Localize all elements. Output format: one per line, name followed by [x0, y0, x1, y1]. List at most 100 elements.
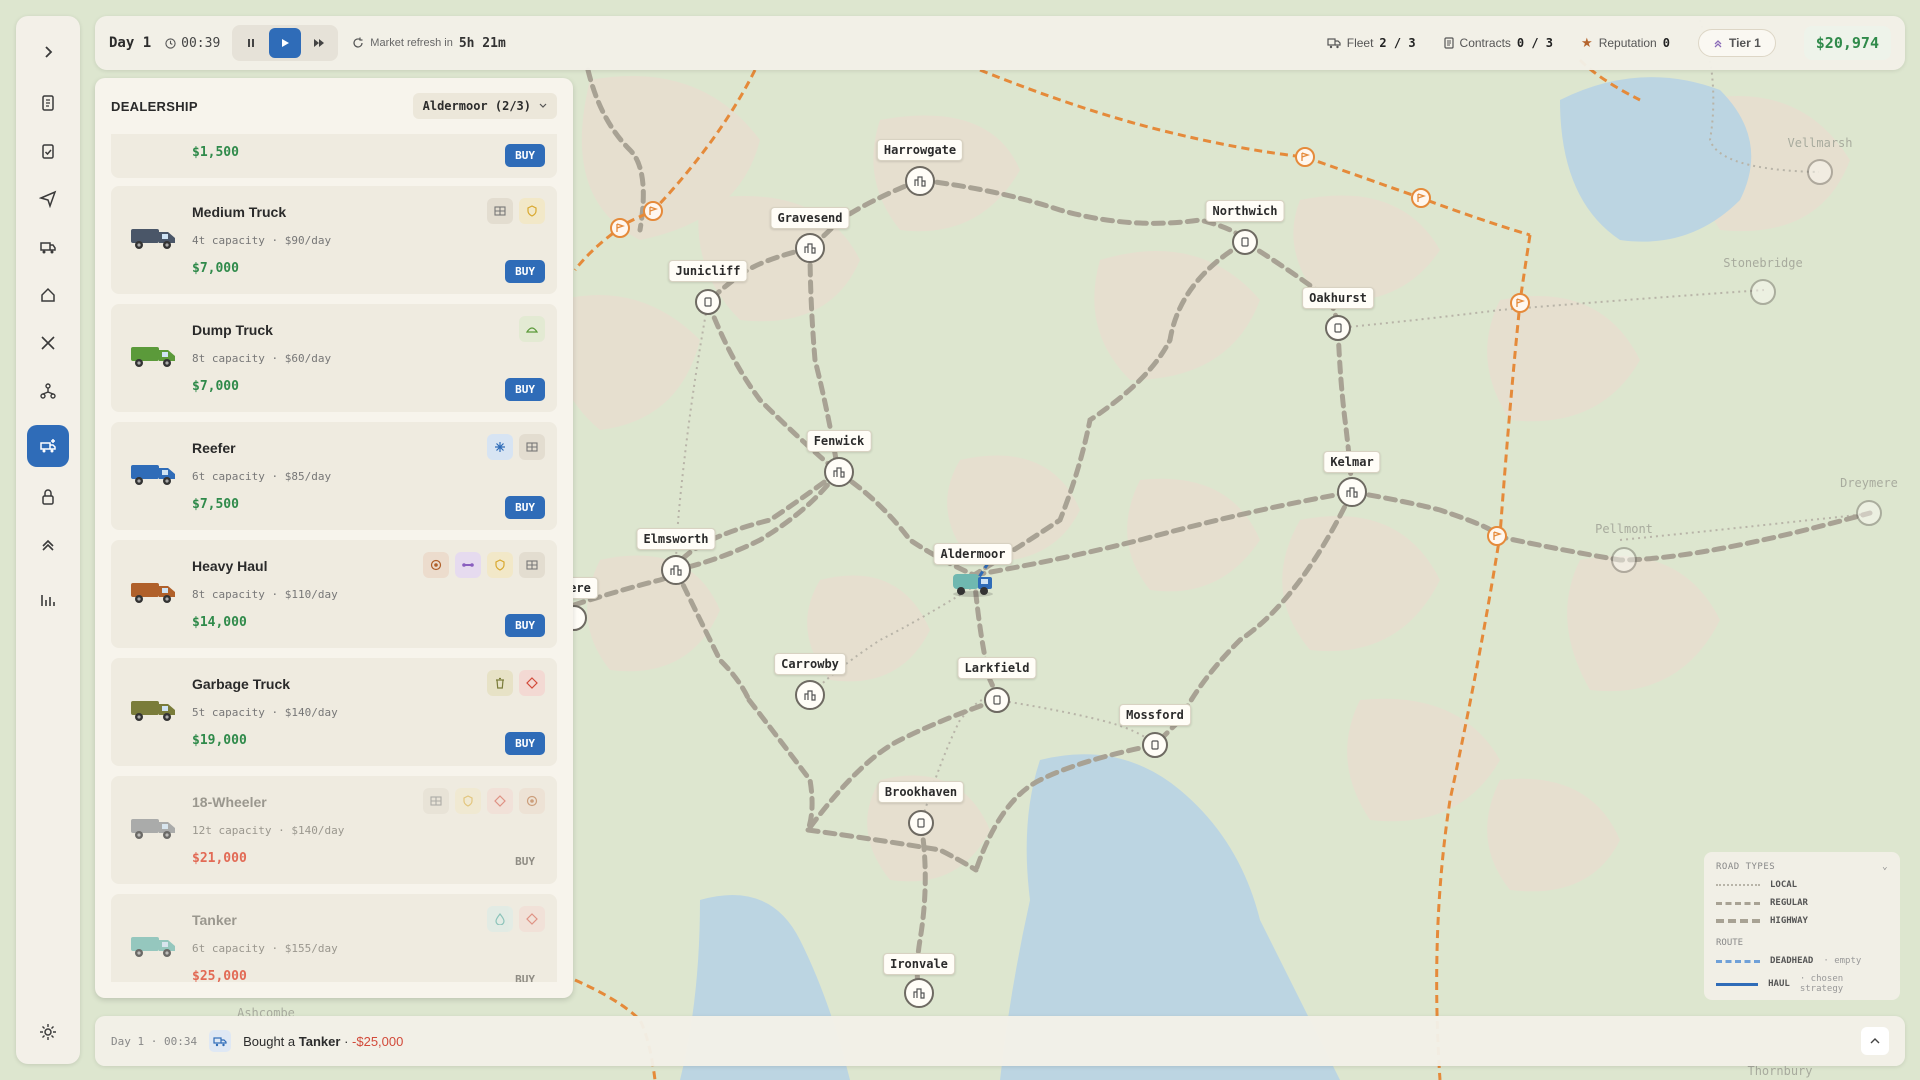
city-node-ironvale[interactable] [904, 978, 934, 1008]
city-label[interactable]: Brookhaven [877, 781, 965, 803]
city-label[interactable]: Mossford [1119, 704, 1191, 726]
city-node-gravesend[interactable] [795, 233, 825, 263]
tier-badge[interactable]: Tier 1 [1697, 29, 1776, 57]
contracts-stat[interactable]: Contracts 0 / 3 [1443, 36, 1553, 50]
reputation-value: 0 [1662, 36, 1670, 50]
city-node-junicliff[interactable] [695, 289, 721, 315]
city-node-dreymere[interactable] [1856, 500, 1882, 526]
city-label[interactable]: Carrowby [774, 653, 846, 675]
dealership-icon[interactable] [27, 425, 69, 467]
truck-name: Heavy Haul [192, 558, 268, 574]
fleet-stat[interactable]: Fleet 2 / 3 [1327, 36, 1416, 50]
buy-button[interactable]: BUY [505, 850, 545, 873]
upgrades-chevrons-icon[interactable] [27, 524, 69, 566]
city-label-faded[interactable]: Pellmont [1589, 519, 1659, 539]
legend-collapse-icon[interactable]: ⌄ [1882, 862, 1888, 872]
highway-marker [1510, 293, 1530, 313]
truck-card: $1,500 BUY [111, 134, 557, 178]
tools-icon[interactable] [27, 322, 69, 364]
truck-list[interactable]: $1,500 BUY Medium Truck 4t capacity · $9… [111, 134, 557, 982]
tier-label: Tier 1 [1728, 36, 1761, 50]
city-select-value: Aldermoor (2/3) [422, 99, 531, 113]
truck-card[interactable]: Dump Truck 8t capacity · $60/day $7,000 … [111, 304, 557, 412]
city-label-faded[interactable]: Stonebridge [1717, 253, 1808, 273]
city-node-fenwick[interactable] [824, 457, 854, 487]
city-label[interactable]: Northwich [1205, 200, 1285, 222]
city-label[interactable]: Ironvale [883, 953, 955, 975]
truck-card[interactable]: Reefer 6t capacity · $85/day $7,500 BUY [111, 422, 557, 530]
city-label[interactable]: Oakhurst [1302, 287, 1374, 309]
city-node-pellmont[interactable] [1611, 547, 1637, 573]
truck-card[interactable]: Medium Truck 4t capacity · $90/day $7,00… [111, 186, 557, 294]
city-label[interactable]: Fenwick [806, 430, 872, 452]
city-label[interactable]: Kelmar [1323, 451, 1381, 473]
truck-image [129, 458, 177, 488]
buy-button[interactable]: BUY [505, 260, 545, 283]
city-label[interactable]: Larkfield [957, 657, 1037, 679]
city-label[interactable]: Junicliff [668, 260, 748, 282]
city-node-northwich[interactable] [1232, 229, 1258, 255]
truck-card[interactable]: Heavy Haul 8t capacity · $110/day $14,00… [111, 540, 557, 648]
ledger-icon[interactable] [27, 82, 69, 124]
dispatch-icon[interactable] [27, 178, 69, 220]
legend-highway: HIGHWAY [1770, 916, 1808, 926]
city-node-brookhaven[interactable] [908, 810, 934, 836]
panel-title: DEALERSHIP [111, 98, 198, 114]
depot-home-icon[interactable] [27, 274, 69, 316]
truck-name: 18-Wheeler [192, 794, 267, 810]
truck-card[interactable]: Tanker 6t capacity · $155/day $25,000 BU… [111, 894, 557, 982]
city-node-mossford[interactable] [1142, 732, 1168, 758]
city-node-harrowgate[interactable] [905, 166, 935, 196]
buy-button[interactable]: BUY [505, 378, 545, 401]
settings-sun-icon[interactable] [27, 1011, 69, 1053]
highway-marker [1487, 526, 1507, 546]
expand-chevron-icon[interactable] [27, 31, 69, 73]
refresh-icon [353, 37, 363, 48]
cargo-badges [487, 198, 545, 224]
network-icon[interactable] [27, 370, 69, 412]
player-truck-icon[interactable] [950, 568, 996, 598]
city-select[interactable]: Aldermoor (2/3) [412, 93, 557, 119]
buy-button[interactable]: BUY [505, 968, 545, 982]
reputation-stat[interactable]: ★ Reputation 0 [1581, 35, 1670, 51]
city-label-faded[interactable]: Dreymere [1834, 473, 1904, 493]
dealership-log-icon [209, 1030, 232, 1052]
legend-title: ROAD TYPES [1716, 862, 1776, 872]
buy-button[interactable]: BUY [505, 732, 545, 755]
cargo-badges [423, 552, 545, 578]
contracts-icon[interactable] [27, 130, 69, 172]
city-label[interactable]: Harrowgate [876, 139, 964, 161]
hazard-icon [519, 906, 545, 932]
buy-button[interactable]: BUY [505, 496, 545, 519]
buy-button[interactable]: BUY [505, 144, 545, 167]
truck-capacity: 8t capacity · $110/day [192, 588, 338, 601]
city-node-carrowby[interactable] [795, 680, 825, 710]
city-node-larkfield[interactable] [984, 687, 1010, 713]
truck-card[interactable]: Garbage Truck 5t capacity · $140/day $19… [111, 658, 557, 766]
city-label[interactable]: Elmsworth [636, 528, 716, 550]
city-node-vellmarsh[interactable] [1807, 159, 1833, 185]
city-node-elmsworth[interactable] [661, 555, 691, 585]
city-node-oakhurst[interactable] [1325, 315, 1351, 341]
pause-button[interactable] [235, 28, 267, 58]
city-node-stonebridge[interactable] [1750, 279, 1776, 305]
buy-button[interactable]: BUY [505, 614, 545, 637]
truck-name: Tanker [192, 912, 237, 928]
city-node-kelmar[interactable] [1337, 477, 1367, 507]
city-label[interactable]: Aldermoor [933, 543, 1013, 565]
refresh-label: Market refresh in [370, 37, 453, 49]
truck-card[interactable]: 18-Wheeler 12t capacity · $140/day $21,0… [111, 776, 557, 884]
city-label[interactable]: Gravesend [770, 207, 850, 229]
truck-image [129, 576, 177, 606]
target-icon [519, 788, 545, 814]
fast-forward-button[interactable] [303, 28, 335, 58]
truck-name: Reefer [192, 440, 236, 456]
fleet-truck-icon[interactable] [27, 226, 69, 268]
play-button[interactable] [269, 28, 302, 58]
reputation-label: Reputation [1598, 36, 1657, 50]
lock-icon[interactable] [27, 476, 69, 518]
city-label-faded[interactable]: Vellmarsh [1781, 133, 1858, 153]
expand-log-button[interactable] [1861, 1027, 1889, 1055]
stats-chart-icon[interactable] [27, 579, 69, 621]
contracts-label: Contracts [1459, 36, 1511, 50]
